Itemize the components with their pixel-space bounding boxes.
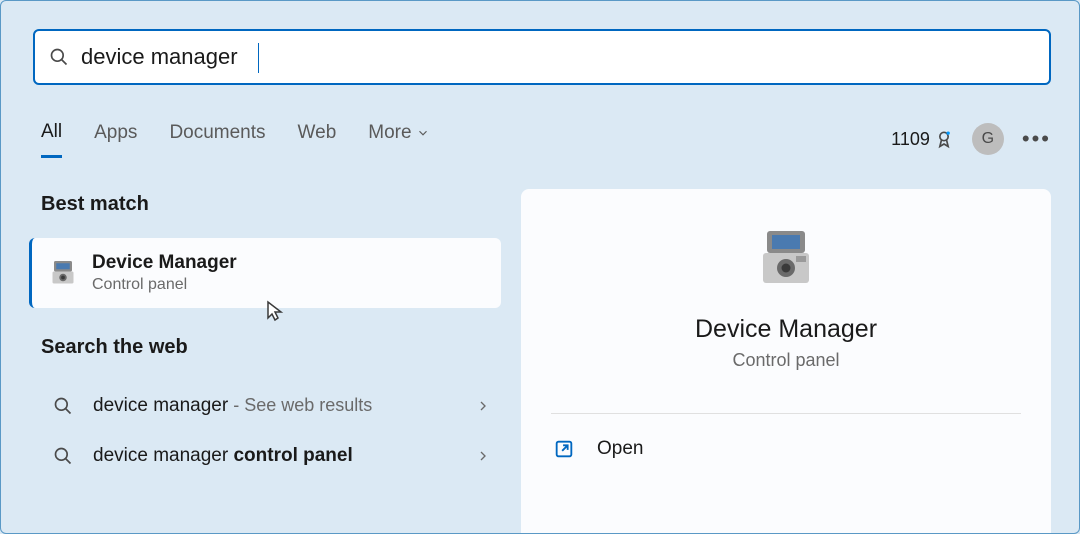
device-manager-icon [751, 225, 821, 295]
best-match-subtitle: Control panel [92, 276, 237, 294]
search-bar[interactable] [33, 29, 1051, 85]
preview-subtitle: Control panel [732, 350, 839, 371]
web-result-prefix: device manager [93, 445, 233, 466]
web-result-1[interactable]: device manager control panel [41, 431, 497, 481]
preview-panel: Device Manager Control panel Open [521, 189, 1051, 533]
search-icon [53, 396, 73, 416]
open-icon [553, 438, 575, 460]
user-avatar[interactable]: G [972, 123, 1004, 155]
search-icon [49, 47, 69, 67]
tab-more[interactable]: More [368, 122, 429, 156]
web-result-text: device manager [93, 395, 228, 416]
chevron-right-icon [475, 398, 491, 414]
results-panel: Best match Device Manager Control panel … [41, 193, 497, 481]
search-icon [53, 446, 73, 466]
tab-web[interactable]: Web [298, 122, 337, 156]
best-match-result[interactable]: Device Manager Control panel [29, 238, 501, 308]
web-result-suffix: - See web results [228, 395, 372, 415]
tab-all[interactable]: All [41, 121, 62, 158]
open-action[interactable]: Open [551, 414, 1021, 484]
tab-documents[interactable]: Documents [169, 122, 265, 156]
search-web-label: Search the web [41, 336, 497, 359]
device-manager-icon [48, 258, 78, 288]
web-result-0[interactable]: device manager - See web results [41, 381, 497, 431]
more-options-button[interactable]: ••• [1022, 126, 1051, 152]
tab-apps[interactable]: Apps [94, 122, 137, 156]
filter-tabs: All Apps Documents Web More 1109 G ••• [41, 119, 1051, 159]
mouse-cursor-icon [266, 300, 284, 322]
medal-icon [934, 129, 954, 149]
open-label: Open [597, 438, 643, 460]
preview-title: Device Manager [695, 315, 877, 344]
search-input[interactable] [81, 44, 1035, 70]
chevron-down-icon [416, 126, 430, 140]
rewards-points[interactable]: 1109 [891, 129, 954, 150]
best-match-label: Best match [41, 193, 497, 216]
best-match-title: Device Manager [92, 252, 237, 274]
text-caret [258, 43, 259, 73]
web-result-bold: control panel [233, 445, 352, 466]
chevron-right-icon [475, 448, 491, 464]
